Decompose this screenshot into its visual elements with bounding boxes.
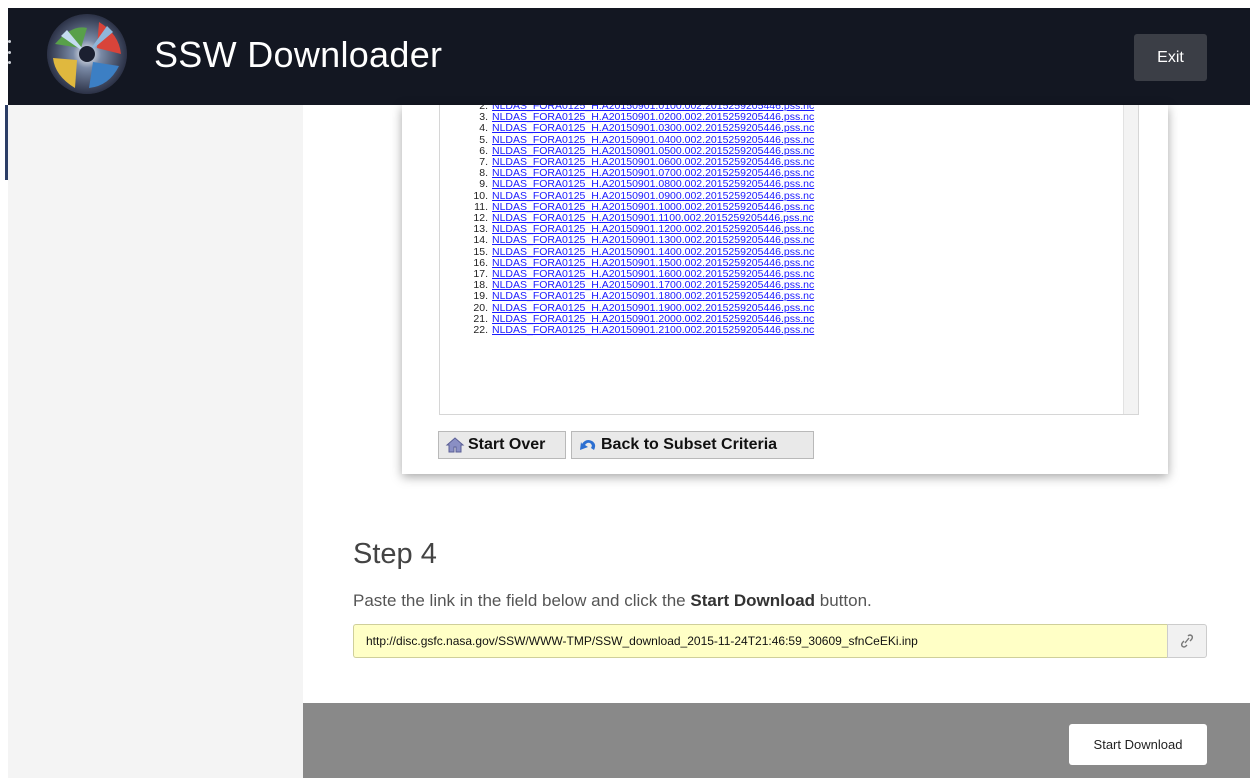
exit-button[interactable]: Exit bbox=[1134, 34, 1207, 81]
step-desc-pre: Paste the link in the field below and cl… bbox=[353, 591, 691, 610]
back-to-subset-criteria-button[interactable]: Back to Subset Criteria bbox=[571, 431, 814, 459]
file-number: 15. bbox=[473, 245, 488, 258]
file-link[interactable]: NLDAS_FORA0125_H.A20150901.1200.002.2015… bbox=[492, 223, 814, 235]
file-list[interactable]: 2. NLDAS_FORA0125_H.A20150901.0100.002.20… bbox=[439, 105, 1139, 415]
file-link[interactable]: NLDAS_FORA0125_H.A20150901.1500.002.2015… bbox=[492, 257, 814, 269]
sidebar bbox=[8, 105, 303, 778]
file-link[interactable]: NLDAS_FORA0125_H.A20150901.0700.002.2015… bbox=[492, 167, 814, 179]
file-list-scrollbar[interactable] bbox=[1123, 105, 1138, 414]
step-desc-bold: Start Download bbox=[690, 591, 816, 610]
file-link[interactable]: NLDAS_FORA0125_H.A20150901.1900.002.2015… bbox=[492, 302, 814, 314]
file-number: 14. bbox=[473, 234, 488, 247]
file-list-item: 22. NLDAS_FORA0125_H.A20150901.2100.002.2… bbox=[440, 325, 814, 336]
file-number: 5. bbox=[479, 133, 488, 146]
file-number: 22. bbox=[473, 324, 488, 336]
file-link[interactable]: NLDAS_FORA0125_H.A20150901.0900.002.2015… bbox=[492, 190, 814, 202]
file-list-item: 4. NLDAS_FORA0125_H.A20150901.0300.002.20… bbox=[440, 123, 814, 134]
file-link[interactable]: NLDAS_FORA0125_H.A20150901.1000.002.2015… bbox=[492, 201, 814, 213]
start-over-label: Start Over bbox=[468, 436, 546, 453]
step-desc-post: button. bbox=[815, 591, 872, 610]
file-list-item: 14. NLDAS_FORA0125_H.A20150901.1300.002.2… bbox=[440, 235, 814, 246]
file-link[interactable]: NLDAS_FORA0125_H.A20150901.0200.002.2015… bbox=[492, 111, 814, 123]
link-icon bbox=[1180, 634, 1194, 648]
file-link[interactable]: NLDAS_FORA0125_H.A20150901.2100.002.2015… bbox=[492, 324, 814, 336]
left-gutter bbox=[0, 105, 8, 778]
back-label: Back to Subset Criteria bbox=[601, 436, 778, 453]
file-number: 9. bbox=[479, 178, 488, 191]
step-instructions: Paste the link in the field below and cl… bbox=[353, 591, 872, 611]
file-list-item: 15. NLDAS_FORA0125_H.A20150901.1400.002.2… bbox=[440, 245, 814, 258]
file-link[interactable]: NLDAS_FORA0125_H.A20150901.1600.002.2015… bbox=[492, 268, 814, 280]
file-link[interactable]: NLDAS_FORA0125_H.A20150901.0600.002.2015… bbox=[492, 156, 814, 168]
file-link[interactable]: NLDAS_FORA0125_H.A20150901.1800.002.2015… bbox=[492, 290, 814, 302]
file-link[interactable]: NLDAS_FORA0125_H.A20150901.2000.002.2015… bbox=[492, 313, 814, 325]
file-number: 19. bbox=[473, 290, 488, 303]
start-download-button[interactable]: Start Download bbox=[1069, 724, 1207, 765]
file-list-item: 5. NLDAS_FORA0125_H.A20150901.0400.002.20… bbox=[440, 133, 814, 146]
download-link-input[interactable]: http://disc.gsfc.nasa.gov/SSW/WWW-TMP/SS… bbox=[353, 624, 1167, 658]
file-link[interactable]: NLDAS_FORA0125_H.A20150901.0500.002.2015… bbox=[492, 145, 814, 157]
app-logo bbox=[47, 14, 127, 94]
file-link[interactable]: NLDAS_FORA0125_H.A20150901.1400.002.2015… bbox=[492, 246, 814, 258]
file-list-item: 20. NLDAS_FORA0125_H.A20150901.1900.002.2… bbox=[440, 301, 814, 314]
start-over-button[interactable]: Start Over bbox=[438, 431, 566, 459]
file-link[interactable]: NLDAS_FORA0125_H.A20150901.0800.002.2015… bbox=[492, 178, 814, 190]
file-link[interactable]: NLDAS_FORA0125_H.A20150901.0300.002.2015… bbox=[492, 122, 814, 134]
undo-icon bbox=[578, 435, 598, 455]
file-list-item: 9. NLDAS_FORA0125_H.A20150901.0800.002.20… bbox=[440, 179, 814, 190]
file-number: 4. bbox=[479, 122, 488, 135]
app-title: SSW Downloader bbox=[154, 34, 443, 75]
file-link[interactable]: NLDAS_FORA0125_H.A20150901.0400.002.2015… bbox=[492, 134, 814, 146]
link-button[interactable] bbox=[1167, 624, 1207, 658]
embedded-results-panel: 2. NLDAS_FORA0125_H.A20150901.0100.002.20… bbox=[402, 105, 1168, 474]
file-link[interactable]: NLDAS_FORA0125_H.A20150901.1700.002.2015… bbox=[492, 279, 814, 291]
sidebar-active-indicator bbox=[5, 105, 8, 180]
file-link[interactable]: NLDAS_FORA0125_H.A20150901.1100.002.2015… bbox=[492, 212, 813, 224]
menu-dots-icon[interactable] bbox=[8, 40, 14, 64]
file-list-item: 10. NLDAS_FORA0125_H.A20150901.0900.002.2… bbox=[440, 189, 814, 202]
file-number: 10. bbox=[473, 189, 488, 202]
step-title: Step 4 bbox=[353, 538, 437, 570]
file-link[interactable]: NLDAS_FORA0125_H.A20150901.1300.002.2015… bbox=[492, 234, 814, 246]
home-icon bbox=[445, 435, 465, 455]
file-list-item: 19. NLDAS_FORA0125_H.A20150901.1800.002.2… bbox=[440, 291, 814, 302]
file-number: 20. bbox=[473, 301, 488, 314]
